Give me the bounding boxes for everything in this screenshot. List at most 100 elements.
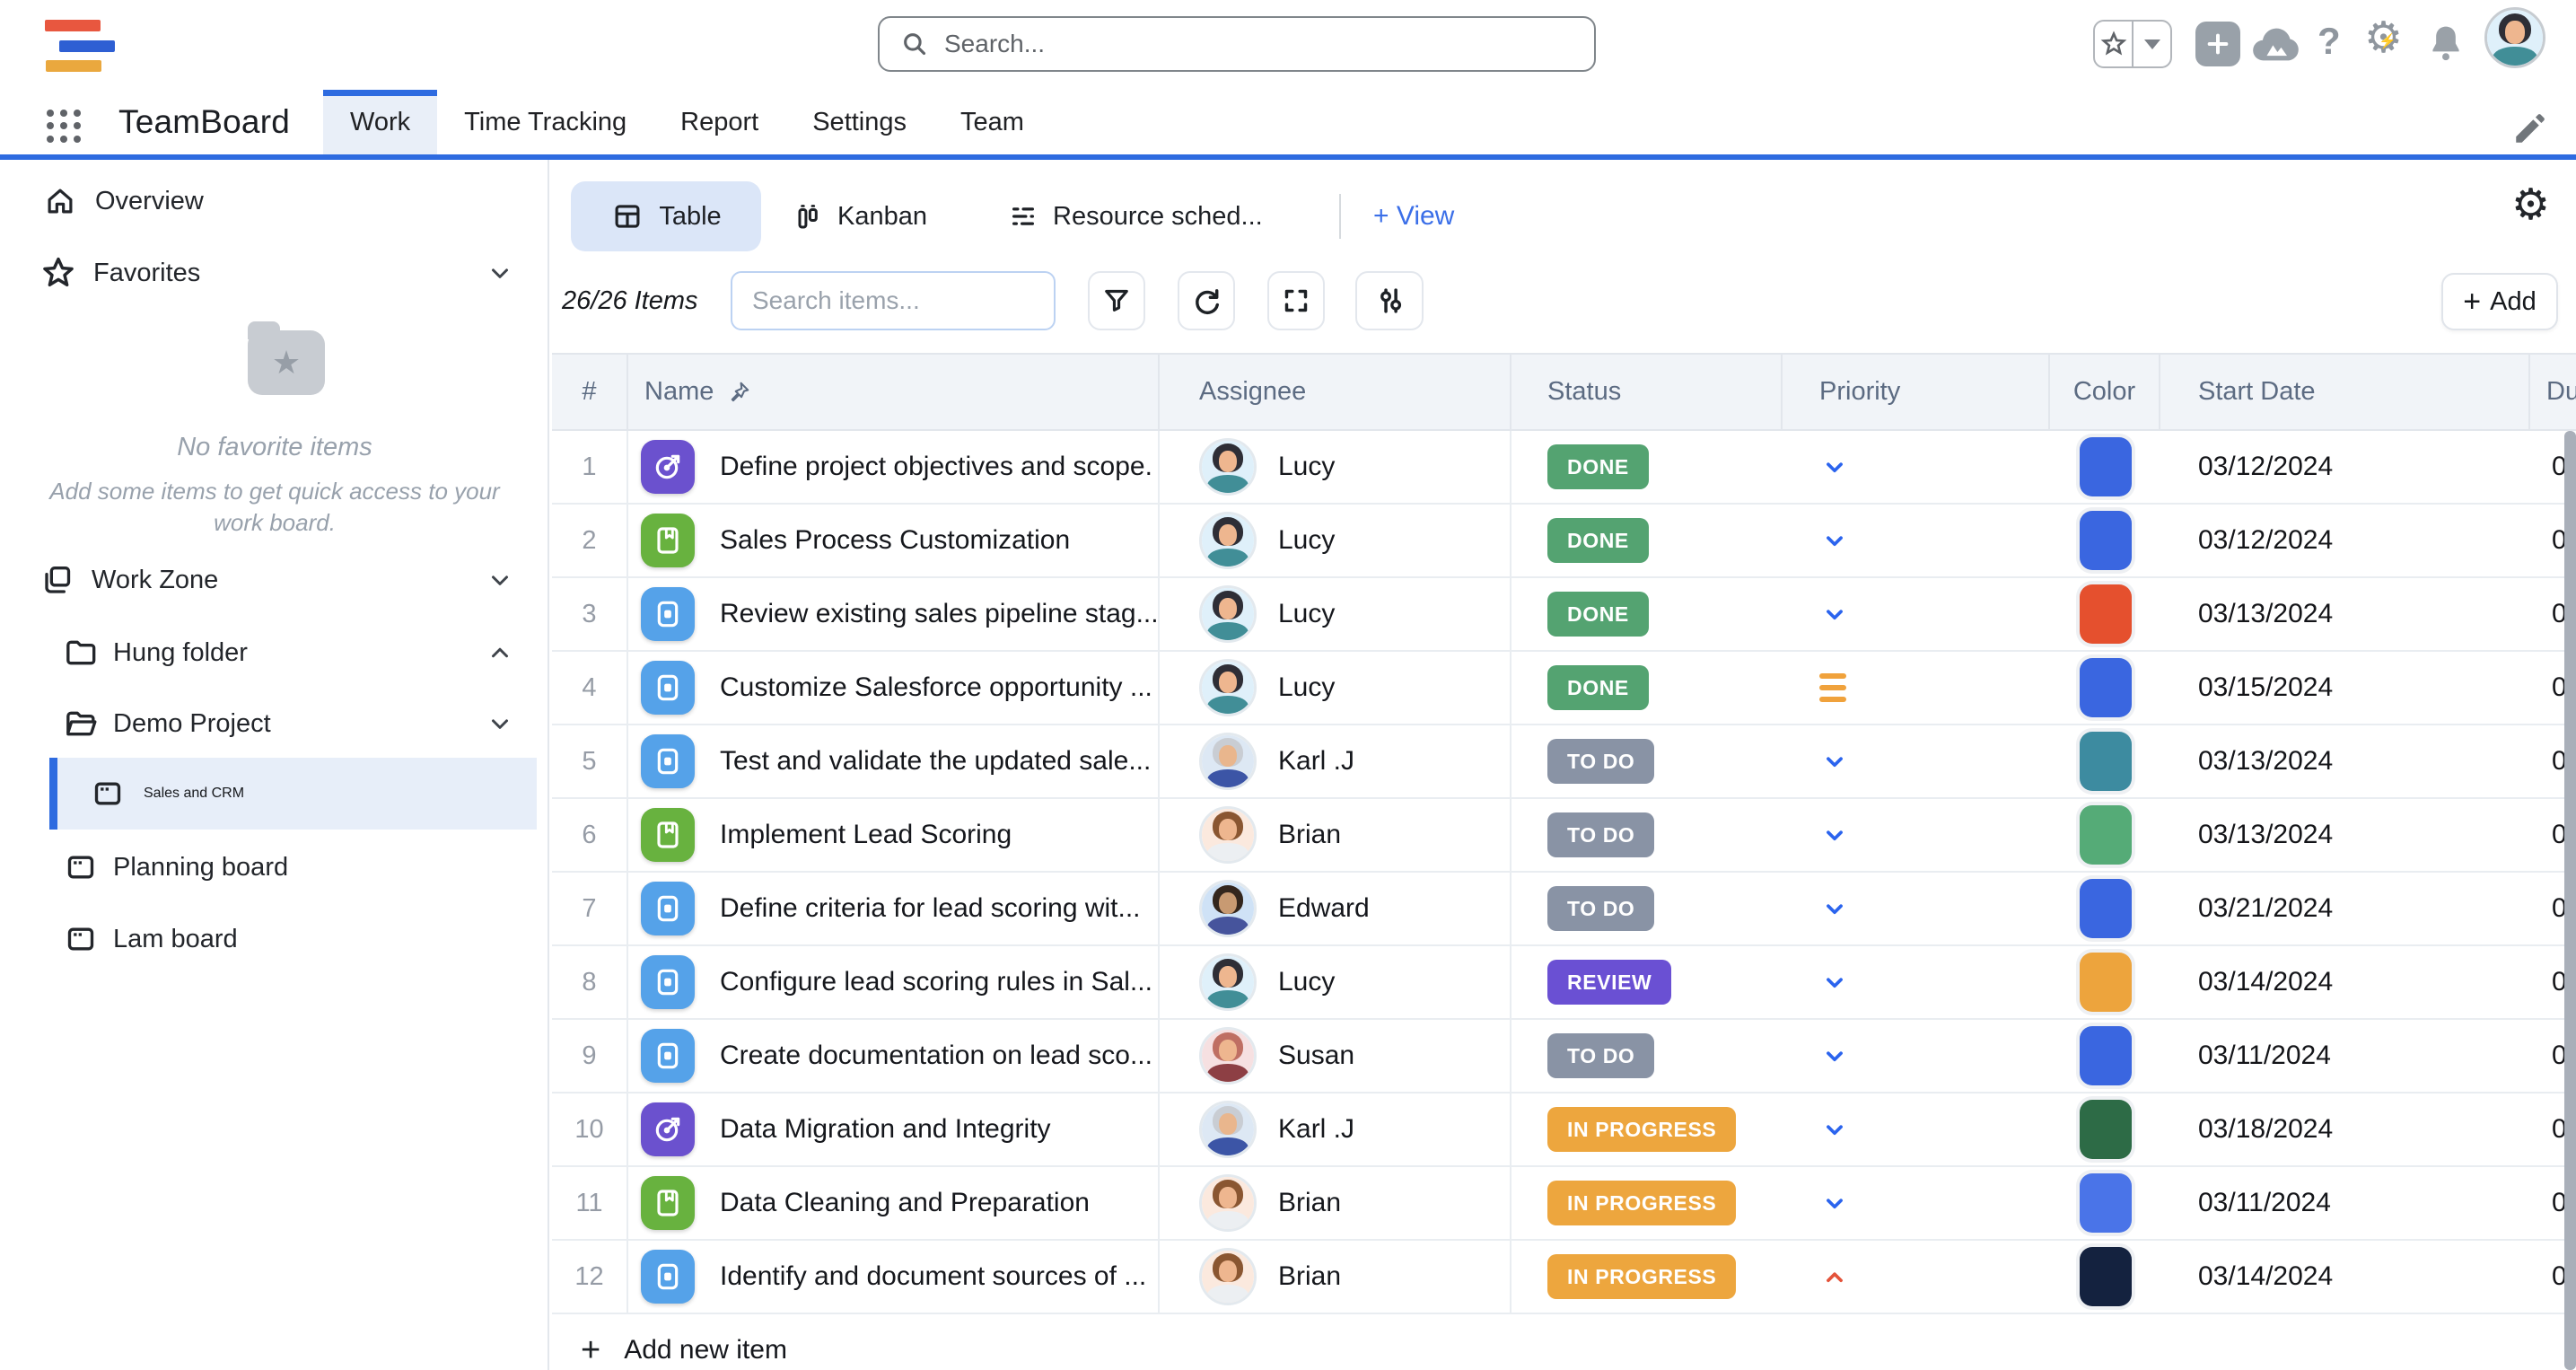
- pin-icon[interactable]: [726, 380, 751, 405]
- color-swatch[interactable]: [2080, 584, 2132, 644]
- name-cell[interactable]: Define criteria for lead scoring wit...: [628, 873, 1160, 944]
- sidebar-item-hung-folder[interactable]: Hung folder: [0, 628, 548, 678]
- quick-add-button[interactable]: [2195, 22, 2240, 66]
- task-name[interactable]: Create documentation on lead sco...: [720, 1041, 1152, 1071]
- priority-cell[interactable]: [1783, 652, 2050, 724]
- add-new-item-button[interactable]: + Add new item: [552, 1314, 2576, 1370]
- column-header-status[interactable]: Status: [1511, 355, 1783, 429]
- chevron-down-icon[interactable]: [486, 566, 513, 593]
- task-name[interactable]: Define criteria for lead scoring wit...: [720, 893, 1141, 924]
- table-row[interactable]: 2 Sales Process Customization Lucy DONE: [552, 505, 2576, 578]
- task-name[interactable]: Data Migration and Integrity: [720, 1114, 1051, 1145]
- start-date[interactable]: 03/12/2024: [2160, 505, 2530, 576]
- status-cell[interactable]: DONE: [1511, 431, 1783, 503]
- table-row[interactable]: 6 Implement Lead Scoring Brian TO DO: [552, 799, 2576, 873]
- table-row[interactable]: 5 Test and validate the updated sale... …: [552, 725, 2576, 799]
- priority-cell[interactable]: [1783, 725, 2050, 797]
- sidebar-item-planning-board[interactable]: Planning board: [0, 842, 548, 892]
- table-row[interactable]: 4 Customize Salesforce opportunity ... L…: [552, 652, 2576, 725]
- tab-team[interactable]: Team: [933, 90, 1051, 154]
- chevron-up-icon[interactable]: [486, 639, 513, 666]
- column-header-number[interactable]: #: [552, 355, 628, 429]
- color-cell[interactable]: [2050, 1167, 2160, 1239]
- color-swatch[interactable]: [2080, 511, 2132, 570]
- refresh-button[interactable]: [1178, 271, 1235, 330]
- start-date[interactable]: 03/13/2024: [2160, 799, 2530, 871]
- priority-cell[interactable]: [1783, 1167, 2050, 1239]
- assignee-cell[interactable]: Edward: [1160, 873, 1511, 944]
- tab-work[interactable]: Work: [323, 90, 437, 154]
- notifications-bell-icon[interactable]: [2423, 20, 2468, 66]
- priority-cell[interactable]: [1783, 431, 2050, 503]
- color-swatch[interactable]: [2080, 1173, 2132, 1233]
- app-logo-icon[interactable]: [41, 18, 117, 74]
- color-cell[interactable]: [2050, 725, 2160, 797]
- name-cell[interactable]: Customize Salesforce opportunity ...: [628, 652, 1160, 724]
- color-cell[interactable]: [2050, 652, 2160, 724]
- assignee-cell[interactable]: Brian: [1160, 799, 1511, 871]
- name-cell[interactable]: Review existing sales pipeline stag...: [628, 578, 1160, 650]
- task-name[interactable]: Data Cleaning and Preparation: [720, 1188, 1090, 1218]
- sidebar-item-demo-project[interactable]: Demo Project: [0, 698, 548, 749]
- assignee-cell[interactable]: Susan: [1160, 1020, 1511, 1092]
- color-cell[interactable]: [2050, 1020, 2160, 1092]
- status-cell[interactable]: TO DO: [1511, 725, 1783, 797]
- column-header-assignee[interactable]: Assignee: [1160, 355, 1511, 429]
- color-swatch[interactable]: [2080, 805, 2132, 865]
- table-row[interactable]: 12 Identify and document sources of ... …: [552, 1241, 2576, 1314]
- task-name[interactable]: Identify and document sources of ...: [720, 1261, 1146, 1292]
- column-header-due-date[interactable]: Du: [2530, 355, 2576, 429]
- name-cell[interactable]: Data Migration and Integrity: [628, 1093, 1160, 1165]
- assignee-cell[interactable]: Lucy: [1160, 652, 1511, 724]
- sidebar-item-favorites[interactable]: Favorites: [0, 248, 548, 298]
- assignee-cell[interactable]: Karl .J: [1160, 1093, 1511, 1165]
- color-cell[interactable]: [2050, 799, 2160, 871]
- start-date[interactable]: 03/14/2024: [2160, 1241, 2530, 1313]
- user-avatar[interactable]: [2484, 7, 2545, 68]
- column-header-color[interactable]: Color: [2050, 355, 2160, 429]
- table-row[interactable]: 11 Data Cleaning and Preparation Brian I…: [552, 1167, 2576, 1241]
- start-date[interactable]: 03/11/2024: [2160, 1167, 2530, 1239]
- sidebar-item-sales-and-crm[interactable]: Sales and CRM: [49, 758, 537, 830]
- table-row[interactable]: 7 Define criteria for lead scoring wit..…: [552, 873, 2576, 946]
- chevron-down-icon[interactable]: [486, 710, 513, 737]
- priority-cell[interactable]: [1783, 1093, 2050, 1165]
- task-name[interactable]: Review existing sales pipeline stag...: [720, 599, 1159, 629]
- status-badge[interactable]: TO DO: [1547, 812, 1654, 857]
- color-cell[interactable]: [2050, 578, 2160, 650]
- status-badge[interactable]: IN PROGRESS: [1547, 1181, 1736, 1225]
- color-swatch[interactable]: [2080, 1247, 2132, 1306]
- status-badge[interactable]: IN PROGRESS: [1547, 1107, 1736, 1152]
- sidebar-item-overview[interactable]: Overview: [0, 176, 548, 226]
- sidebar-item-lam-board[interactable]: Lam board: [0, 914, 548, 964]
- status-cell[interactable]: IN PROGRESS: [1511, 1093, 1783, 1165]
- help-icon[interactable]: ?: [2318, 20, 2341, 63]
- priority-cell[interactable]: [1783, 946, 2050, 1018]
- edit-pencil-icon[interactable]: [2511, 110, 2549, 147]
- assignee-cell[interactable]: Lucy: [1160, 946, 1511, 1018]
- color-swatch[interactable]: [2080, 437, 2132, 496]
- name-cell[interactable]: Data Cleaning and Preparation: [628, 1167, 1160, 1239]
- assignee-cell[interactable]: Karl .J: [1160, 725, 1511, 797]
- chevron-down-icon[interactable]: [486, 259, 513, 286]
- task-name[interactable]: Customize Salesforce opportunity ...: [720, 672, 1152, 703]
- filter-button[interactable]: [1088, 271, 1145, 330]
- table-row[interactable]: 3 Review existing sales pipeline stag...…: [552, 578, 2576, 652]
- name-cell[interactable]: Identify and document sources of ...: [628, 1241, 1160, 1313]
- status-badge[interactable]: DONE: [1547, 444, 1649, 489]
- column-settings-button[interactable]: [1355, 271, 1424, 330]
- favorite-split-button[interactable]: [2093, 20, 2172, 68]
- tab-time-tracking[interactable]: Time Tracking: [437, 90, 653, 154]
- spaces-icon[interactable]: [2247, 22, 2303, 68]
- start-date[interactable]: 03/13/2024: [2160, 578, 2530, 650]
- view-tab-kanban[interactable]: Kanban: [792, 181, 927, 251]
- status-badge[interactable]: TO DO: [1547, 1033, 1654, 1078]
- tab-report[interactable]: Report: [653, 90, 785, 154]
- status-badge[interactable]: TO DO: [1547, 739, 1654, 784]
- global-search-input[interactable]: [944, 30, 1594, 58]
- global-search[interactable]: [878, 16, 1596, 72]
- color-swatch[interactable]: [2080, 879, 2132, 938]
- status-badge[interactable]: DONE: [1547, 592, 1649, 637]
- add-view-button[interactable]: + View: [1373, 181, 1454, 251]
- status-cell[interactable]: IN PROGRESS: [1511, 1167, 1783, 1239]
